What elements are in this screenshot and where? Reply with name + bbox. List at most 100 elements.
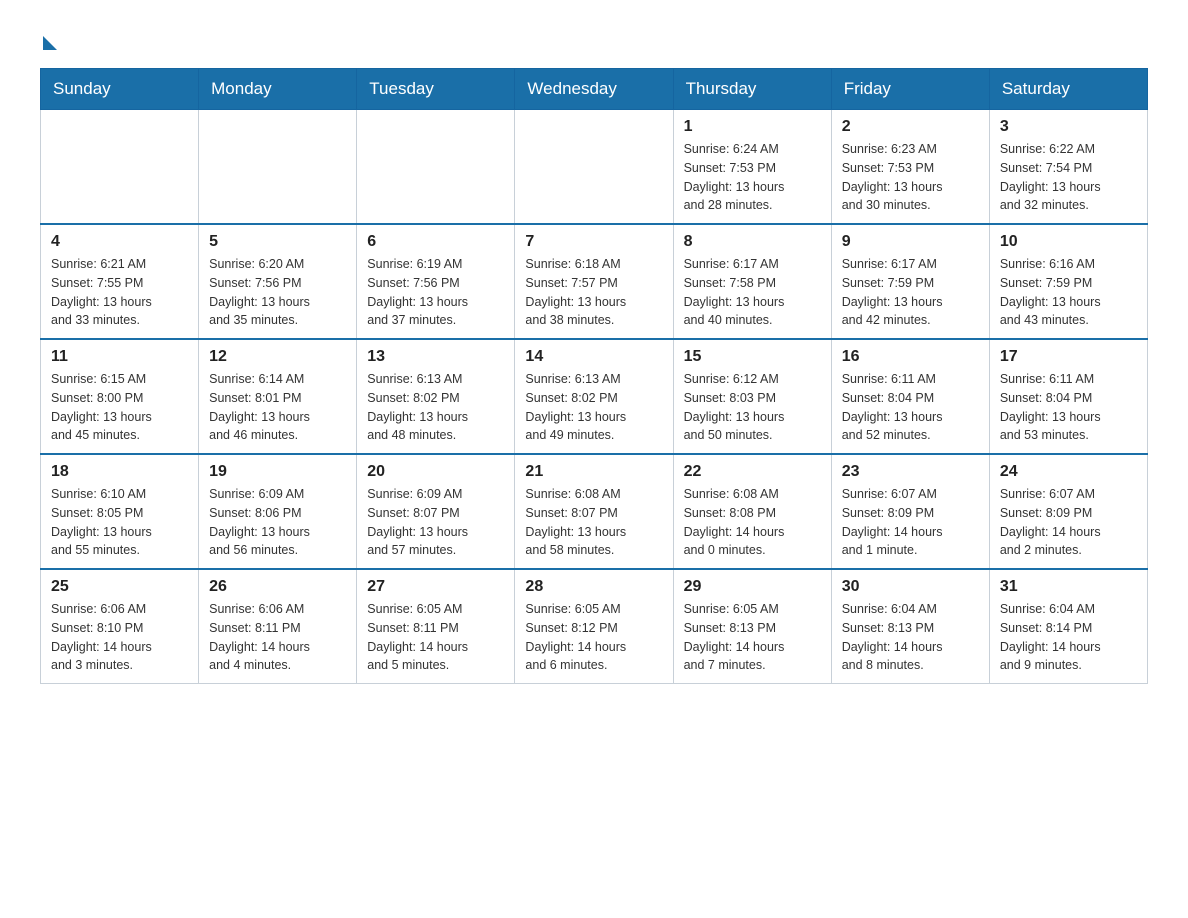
day-info: Sunrise: 6:23 AMSunset: 7:53 PMDaylight:… [842, 140, 979, 215]
day-number: 27 [367, 578, 504, 596]
day-number: 6 [367, 233, 504, 251]
day-number: 28 [525, 578, 662, 596]
day-info: Sunrise: 6:10 AMSunset: 8:05 PMDaylight:… [51, 485, 188, 560]
calendar-cell [41, 110, 199, 225]
day-number: 2 [842, 118, 979, 136]
week-row-4: 18 Sunrise: 6:10 AMSunset: 8:05 PMDayligh… [41, 454, 1148, 569]
calendar-cell [515, 110, 673, 225]
calendar-cell: 11Sunrise: 6:15 AMSunset: 8:00 PMDayligh… [41, 339, 199, 454]
calendar-cell: 17 Sunrise: 6:11 AMSunset: 8:04 PMDayligh… [989, 339, 1147, 454]
calendar-cell: 3Sunrise: 6:22 AMSunset: 7:54 PMDaylight… [989, 110, 1147, 225]
day-number: 17 [1000, 348, 1137, 366]
calendar-cell: 28Sunrise: 6:05 AMSunset: 8:12 PMDayligh… [515, 569, 673, 684]
day-info: Sunrise: 6:13 AMSunset: 8:02 PMDaylight:… [367, 370, 504, 445]
calendar-cell: 25 Sunrise: 6:06 AMSunset: 8:10 PMDayligh… [41, 569, 199, 684]
day-number: 11 [51, 348, 188, 366]
weekday-header-tuesday: Tuesday [357, 69, 515, 110]
calendar-cell: 30Sunrise: 6:04 AMSunset: 8:13 PMDayligh… [831, 569, 989, 684]
day-number: 4 [51, 233, 188, 251]
day-info: Sunrise: 6:07 AMSunset: 8:09 PMDaylight:… [842, 485, 979, 560]
calendar-cell: 26Sunrise: 6:06 AMSunset: 8:11 PMDayligh… [199, 569, 357, 684]
day-info: Sunrise: 6:04 AMSunset: 8:14 PMDaylight:… [1000, 600, 1137, 675]
day-info: Sunrise: 6:08 AMSunset: 8:07 PMDaylight:… [525, 485, 662, 560]
day-number: 25 [51, 578, 188, 596]
calendar-cell: 7 Sunrise: 6:18 AMSunset: 7:57 PMDaylight… [515, 224, 673, 339]
day-info: Sunrise: 6:24 AMSunset: 7:53 PMDaylight:… [684, 140, 821, 215]
calendar-cell: 1Sunrise: 6:24 AMSunset: 7:53 PMDaylight… [673, 110, 831, 225]
calendar-cell: 18 Sunrise: 6:10 AMSunset: 8:05 PMDayligh… [41, 454, 199, 569]
day-number: 22 [684, 463, 821, 481]
calendar-cell: 6 Sunrise: 6:19 AMSunset: 7:56 PMDaylight… [357, 224, 515, 339]
calendar-cell: 8 Sunrise: 6:17 AMSunset: 7:58 PMDaylight… [673, 224, 831, 339]
day-info: Sunrise: 6:06 AMSunset: 8:10 PMDaylight:… [51, 600, 188, 675]
calendar-cell: 22Sunrise: 6:08 AMSunset: 8:08 PMDayligh… [673, 454, 831, 569]
day-number: 21 [525, 463, 662, 481]
day-info: Sunrise: 6:13 AMSunset: 8:02 PMDaylight:… [525, 370, 662, 445]
day-number: 9 [842, 233, 979, 251]
day-info: Sunrise: 6:16 AMSunset: 7:59 PMDaylight:… [1000, 255, 1137, 330]
day-number: 7 [525, 233, 662, 251]
calendar-cell: 23 Sunrise: 6:07 AMSunset: 8:09 PMDayligh… [831, 454, 989, 569]
day-number: 19 [209, 463, 346, 481]
day-info: Sunrise: 6:17 AMSunset: 7:59 PMDaylight:… [842, 255, 979, 330]
page-header [40, 30, 1148, 50]
calendar-cell [199, 110, 357, 225]
calendar-cell: 16Sunrise: 6:11 AMSunset: 8:04 PMDayligh… [831, 339, 989, 454]
day-info: Sunrise: 6:11 AMSunset: 8:04 PMDaylight:… [1000, 370, 1137, 445]
day-info: Sunrise: 6:09 AMSunset: 8:06 PMDaylight:… [209, 485, 346, 560]
logo-triangle-icon [43, 36, 57, 50]
calendar-cell [357, 110, 515, 225]
weekday-header-sunday: Sunday [41, 69, 199, 110]
logo [40, 30, 59, 50]
day-number: 12 [209, 348, 346, 366]
day-info: Sunrise: 6:05 AMSunset: 8:13 PMDaylight:… [684, 600, 821, 675]
day-number: 14 [525, 348, 662, 366]
calendar-cell: 21 Sunrise: 6:08 AMSunset: 8:07 PMDayligh… [515, 454, 673, 569]
day-number: 5 [209, 233, 346, 251]
day-info: Sunrise: 6:18 AMSunset: 7:57 PMDaylight:… [525, 255, 662, 330]
day-number: 10 [1000, 233, 1137, 251]
calendar-cell: 10 Sunrise: 6:16 AMSunset: 7:59 PMDayligh… [989, 224, 1147, 339]
calendar-cell: 14 Sunrise: 6:13 AMSunset: 8:02 PMDayligh… [515, 339, 673, 454]
week-row-5: 25 Sunrise: 6:06 AMSunset: 8:10 PMDayligh… [41, 569, 1148, 684]
day-number: 20 [367, 463, 504, 481]
day-info: Sunrise: 6:17 AMSunset: 7:58 PMDaylight:… [684, 255, 821, 330]
weekday-header-friday: Friday [831, 69, 989, 110]
day-number: 26 [209, 578, 346, 596]
week-row-3: 11Sunrise: 6:15 AMSunset: 8:00 PMDayligh… [41, 339, 1148, 454]
calendar-cell: 5 Sunrise: 6:20 AMSunset: 7:56 PMDaylight… [199, 224, 357, 339]
calendar-header-row: SundayMondayTuesdayWednesdayThursdayFrid… [41, 69, 1148, 110]
calendar-cell: 31 Sunrise: 6:04 AMSunset: 8:14 PMDayligh… [989, 569, 1147, 684]
day-number: 8 [684, 233, 821, 251]
day-info: Sunrise: 6:09 AMSunset: 8:07 PMDaylight:… [367, 485, 504, 560]
day-number: 24 [1000, 463, 1137, 481]
day-info: Sunrise: 6:21 AMSunset: 7:55 PMDaylight:… [51, 255, 188, 330]
day-number: 30 [842, 578, 979, 596]
calendar-cell: 12 Sunrise: 6:14 AMSunset: 8:01 PMDayligh… [199, 339, 357, 454]
calendar-cell: 2 Sunrise: 6:23 AMSunset: 7:53 PMDaylight… [831, 110, 989, 225]
day-number: 13 [367, 348, 504, 366]
calendar-cell: 27 Sunrise: 6:05 AMSunset: 8:11 PMDayligh… [357, 569, 515, 684]
calendar-cell: 9 Sunrise: 6:17 AMSunset: 7:59 PMDaylight… [831, 224, 989, 339]
weekday-header-thursday: Thursday [673, 69, 831, 110]
calendar-cell: 15Sunrise: 6:12 AMSunset: 8:03 PMDayligh… [673, 339, 831, 454]
weekday-header-wednesday: Wednesday [515, 69, 673, 110]
weekday-header-saturday: Saturday [989, 69, 1147, 110]
day-number: 23 [842, 463, 979, 481]
calendar-cell: 4 Sunrise: 6:21 AMSunset: 7:55 PMDaylight… [41, 224, 199, 339]
day-info: Sunrise: 6:19 AMSunset: 7:56 PMDaylight:… [367, 255, 504, 330]
day-number: 18 [51, 463, 188, 481]
day-info: Sunrise: 6:12 AMSunset: 8:03 PMDaylight:… [684, 370, 821, 445]
day-number: 16 [842, 348, 979, 366]
day-info: Sunrise: 6:05 AMSunset: 8:11 PMDaylight:… [367, 600, 504, 675]
calendar-cell: 29 Sunrise: 6:05 AMSunset: 8:13 PMDayligh… [673, 569, 831, 684]
week-row-2: 4 Sunrise: 6:21 AMSunset: 7:55 PMDaylight… [41, 224, 1148, 339]
day-number: 31 [1000, 578, 1137, 596]
calendar-cell: 19 Sunrise: 6:09 AMSunset: 8:06 PMDayligh… [199, 454, 357, 569]
day-info: Sunrise: 6:07 AMSunset: 8:09 PMDaylight:… [1000, 485, 1137, 560]
day-info: Sunrise: 6:14 AMSunset: 8:01 PMDaylight:… [209, 370, 346, 445]
day-number: 29 [684, 578, 821, 596]
day-info: Sunrise: 6:20 AMSunset: 7:56 PMDaylight:… [209, 255, 346, 330]
day-number: 3 [1000, 118, 1137, 136]
calendar-cell: 13 Sunrise: 6:13 AMSunset: 8:02 PMDayligh… [357, 339, 515, 454]
